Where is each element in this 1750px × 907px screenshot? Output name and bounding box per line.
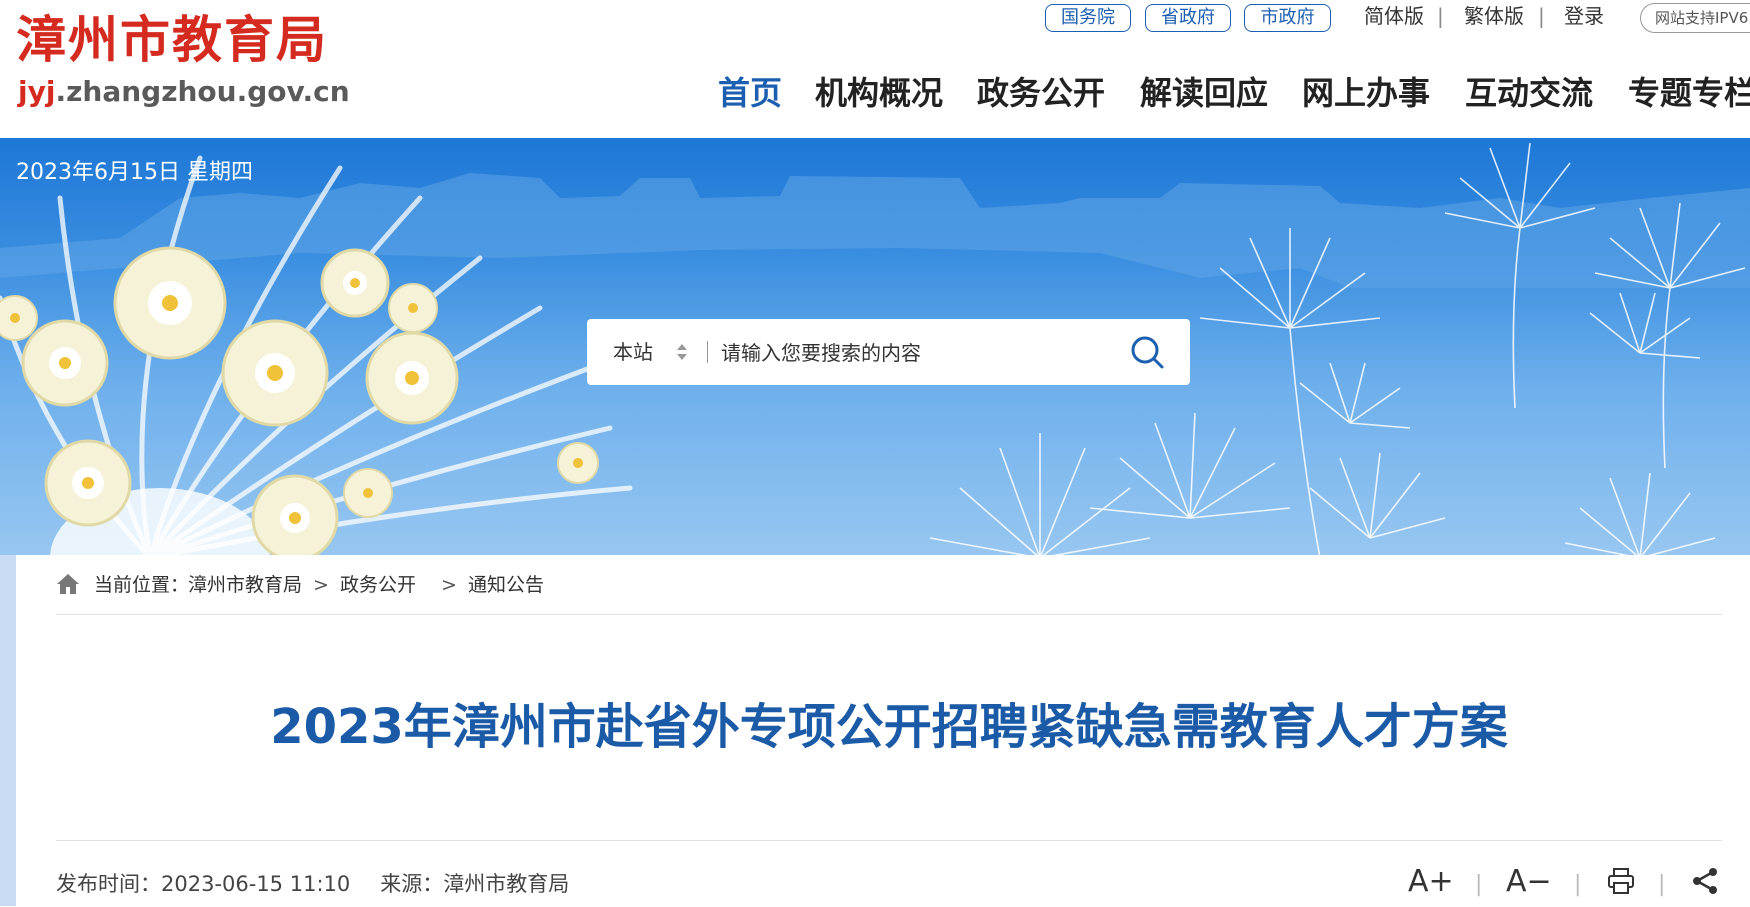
publish-time: 2023-06-15 11:10: [161, 872, 351, 896]
nav-interaction[interactable]: 互动交流: [1465, 68, 1593, 118]
ipv6-badge: 网站支持IPV6: [1640, 3, 1750, 33]
hero-banner: 2023年6月15日 星期四 本站: [0, 138, 1750, 558]
tool-divider: |: [1574, 872, 1582, 897]
breadcrumb-item-notices[interactable]: 通知公告: [468, 570, 544, 600]
current-date: 2023年6月15日 星期四: [16, 160, 253, 185]
search-bar: 本站: [587, 319, 1190, 385]
divider: [56, 614, 1722, 615]
source-label: 来源：: [380, 872, 444, 896]
nav-online-service[interactable]: 网上办事: [1302, 68, 1430, 118]
publish-label: 发布时间：: [56, 872, 161, 896]
domain-rest: .zhangzhou.gov.cn: [55, 75, 350, 108]
share-icon[interactable]: [1690, 866, 1720, 907]
page-side-strip: [0, 555, 16, 906]
nav-organization[interactable]: 机构概况: [815, 68, 943, 118]
breadcrumb-separator: >: [441, 574, 457, 596]
nav-home[interactable]: 首页: [718, 68, 782, 118]
breadcrumb-item-gov-affairs[interactable]: 政务公开: [340, 570, 416, 600]
search-input[interactable]: [719, 332, 1103, 374]
link-city-gov[interactable]: 市政府: [1244, 4, 1331, 32]
article-title: 2023年漳州市赴省外专项公开招聘紧缺急需教育人才方案: [270, 699, 1508, 755]
link-state-council[interactable]: 国务院: [1045, 4, 1131, 32]
nav-interpretation[interactable]: 解读回应: [1140, 68, 1268, 118]
source-value: 漳州市教育局: [443, 872, 570, 896]
search-divider: [707, 341, 708, 363]
traditional-link[interactable]: 繁体版: [1464, 4, 1524, 28]
flower-cluster: [0, 246, 599, 558]
site-header: 漳州市教育局 jyj.zhangzhou.gov.cn 国务院 省政府 市政府 …: [0, 0, 1750, 138]
font-decrease-button[interactable]: A−: [1506, 862, 1552, 902]
tool-divider: |: [1658, 872, 1666, 897]
divider: [56, 840, 1722, 841]
article-meta: 发布时间：2023-06-15 11:10 来源：漳州市教育局: [56, 868, 569, 900]
simplified-link[interactable]: 简体版: [1364, 4, 1424, 28]
search-scope-select[interactable]: 本站: [613, 319, 653, 385]
tool-divider: |: [1475, 872, 1483, 897]
breadcrumb-prefix: 当前位置：: [94, 574, 190, 596]
breadcrumb-item-bureau[interactable]: 漳州市教育局: [188, 570, 302, 600]
site-logo[interactable]: 漳州市教育局: [16, 6, 328, 74]
font-increase-button[interactable]: A+: [1408, 862, 1454, 902]
login-link[interactable]: 登录: [1564, 4, 1604, 28]
nav-special-topics[interactable]: 专题专栏: [1628, 68, 1750, 118]
print-icon[interactable]: [1606, 866, 1636, 907]
home-icon[interactable]: [56, 572, 80, 605]
site-domain: jyj.zhangzhou.gov.cn: [18, 72, 350, 112]
search-icon[interactable]: [1127, 332, 1167, 372]
top-divider: |: [1538, 4, 1545, 28]
domain-prefix: jyj: [18, 75, 56, 108]
nav-gov-affairs[interactable]: 政务公开: [977, 68, 1105, 118]
link-province-gov[interactable]: 省政府: [1145, 4, 1231, 32]
breadcrumb-separator: >: [313, 574, 329, 596]
top-divider: |: [1437, 4, 1444, 28]
